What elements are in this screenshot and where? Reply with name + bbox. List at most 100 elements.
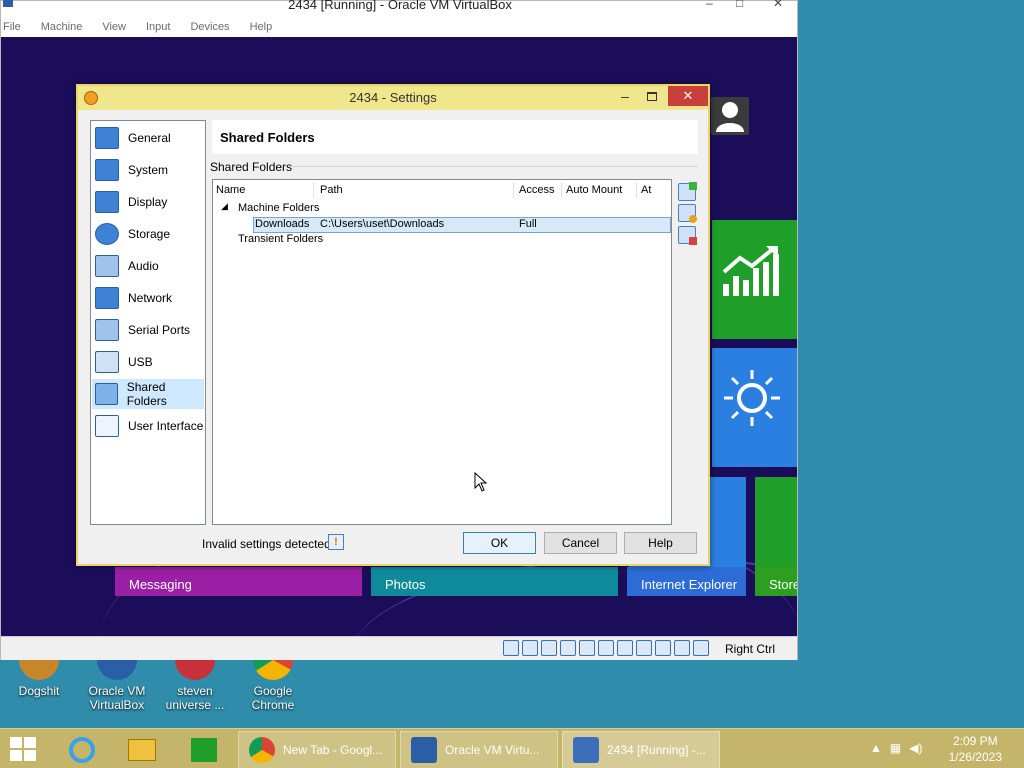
display-status-icon[interactable] — [617, 640, 633, 656]
nav-item-serial-ports[interactable]: Serial Ports — [92, 315, 204, 345]
audio-status-icon[interactable] — [541, 640, 557, 656]
chrome-icon — [249, 737, 275, 763]
finance-chart-icon — [722, 246, 779, 296]
menu-devices[interactable]: Devices — [190, 17, 229, 37]
shared-folders-status-icon[interactable] — [598, 640, 614, 656]
taskbar-pin-store[interactable] — [182, 733, 226, 767]
tile-label: Internet Explorer — [641, 577, 738, 592]
clock-date: 1/26/2023 — [948, 750, 1002, 764]
taskbar-pin-ie[interactable] — [60, 733, 104, 767]
page-header: Shared Folders — [212, 120, 698, 154]
tile-weather[interactable] — [712, 348, 797, 467]
network-icon — [95, 287, 119, 309]
tile-internet-explorer[interactable]: Internet Explorer — [627, 567, 746, 596]
cancel-button[interactable]: Cancel — [544, 532, 617, 554]
folder-path: C:\Users\uset\Downloads — [320, 218, 445, 230]
tree-group-transient-folders[interactable]: Transient Folders — [238, 233, 323, 245]
dialog-titlebar[interactable]: 2434 - Settings – ✕ — [78, 86, 708, 110]
nav-item-general[interactable]: General — [92, 123, 204, 153]
help-button[interactable]: Help — [624, 532, 697, 554]
menu-view[interactable]: View — [102, 17, 126, 37]
remove-shared-folder-button[interactable] — [678, 226, 697, 245]
nav-item-label: User Interface — [128, 419, 204, 433]
desktop-icon-label-2: VirtualBox — [89, 698, 145, 712]
nav-item-label: USB — [128, 355, 153, 369]
ok-button[interactable]: OK — [463, 532, 536, 554]
tile-messaging[interactable]: Messaging — [115, 567, 362, 596]
tile-label: Store — [769, 577, 797, 592]
mouse-integration-icon[interactable] — [674, 640, 690, 656]
menu-help[interactable]: Help — [250, 17, 273, 37]
display-icon — [95, 191, 119, 213]
host-key-label: Right Ctrl — [724, 642, 775, 656]
column-header-path[interactable]: Path — [320, 184, 343, 196]
tile-finance[interactable] — [712, 220, 797, 339]
column-header-at[interactable]: At — [641, 184, 651, 196]
nav-item-user-interface[interactable]: User Interface — [92, 411, 204, 441]
vm-status-bar: Right Ctrl — [1, 636, 797, 660]
column-header-access[interactable]: Access — [519, 184, 554, 196]
nav-item-label: Storage — [128, 227, 171, 241]
column-header-auto-mount[interactable]: Auto Mount — [566, 184, 622, 196]
dialog-maximize-button[interactable] — [641, 88, 663, 106]
tile-store[interactable]: Store — [755, 567, 797, 596]
taskbar-clock[interactable]: 2:09 PM 1/26/2023 — [949, 733, 1002, 765]
shared-folders-tree[interactable]: Name Path Access Auto Mount At ◢ Machine… — [212, 179, 672, 525]
nav-item-shared-folders[interactable]: Shared Folders — [92, 379, 204, 409]
menu-machine[interactable]: Machine — [41, 17, 83, 37]
edit-shared-folder-button[interactable] — [678, 204, 697, 223]
add-shared-folder-button[interactable] — [678, 182, 697, 201]
mouse-cursor-icon — [474, 472, 488, 492]
taskbar-task-virtualbox[interactable]: Oracle VM Virtu... — [400, 731, 558, 768]
optical-drive-icon[interactable] — [522, 640, 538, 656]
keyboard-capture-icon[interactable] — [693, 640, 709, 656]
warning-icon[interactable]: ! — [328, 534, 344, 550]
nav-item-label: Display — [128, 195, 168, 209]
usb-status-icon[interactable] — [579, 640, 595, 656]
clock-time: 2:09 PM — [952, 734, 998, 748]
network-status-icon[interactable] — [560, 640, 576, 656]
nav-item-network[interactable]: Network — [92, 283, 204, 313]
show-hidden-icons-chevron-icon[interactable]: ▲ — [870, 741, 882, 755]
dialog-minimize-button[interactable]: – — [614, 88, 636, 106]
storage-icon — [95, 223, 119, 245]
nav-item-label: Shared Folders — [126, 380, 167, 408]
volume-icon[interactable]: ◀) — [909, 741, 922, 755]
general-icon — [95, 127, 119, 149]
nav-item-label: Network — [128, 291, 173, 305]
menu-input[interactable]: Input — [146, 17, 170, 37]
maximize-button[interactable]: □ — [736, 0, 743, 10]
nav-item-usb[interactable]: USB — [92, 347, 204, 377]
column-separator — [313, 182, 314, 198]
taskbar-task-vm-running[interactable]: 2434 [Running] -... — [562, 731, 720, 768]
usb-icon — [95, 351, 119, 373]
cpu-status-icon[interactable] — [655, 640, 671, 656]
tile-label: Messaging — [129, 577, 192, 592]
close-button[interactable]: ✕ — [773, 0, 783, 10]
menu-file[interactable]: File — [3, 17, 21, 37]
dialog-close-button[interactable]: ✕ — [668, 86, 708, 106]
nav-item-audio[interactable]: Audio — [92, 251, 204, 281]
nav-item-system[interactable]: System — [92, 155, 204, 185]
user-avatar[interactable] — [711, 97, 749, 135]
folder-name: Downloads — [255, 218, 310, 230]
expand-arrow-icon[interactable]: ◢ — [221, 201, 228, 212]
column-header-name[interactable]: Name — [216, 184, 245, 196]
settings-dialog: 2434 - Settings – ✕ General System Displ… — [76, 84, 710, 566]
tree-group-machine-folders[interactable]: Machine Folders — [238, 202, 319, 214]
network-tray-icon[interactable]: ▦ — [890, 741, 901, 755]
page-title: Shared Folders — [220, 130, 315, 145]
virtualbox-icon — [411, 737, 437, 763]
taskbar-task-chrome[interactable]: New Tab - Googl... — [238, 731, 396, 768]
nav-item-storage[interactable]: Storage — [92, 219, 204, 249]
nav-item-display[interactable]: Display — [92, 187, 204, 217]
hard-disk-icon[interactable] — [503, 640, 519, 656]
start-button[interactable] — [10, 737, 40, 763]
video-capture-icon[interactable] — [636, 640, 652, 656]
user-interface-icon — [95, 415, 119, 437]
tile-photos[interactable]: Photos — [371, 567, 618, 596]
desktop-icon-label-2: Chrome — [251, 698, 295, 712]
minimize-button[interactable]: – — [706, 0, 713, 10]
table-row[interactable] — [253, 217, 671, 233]
taskbar-pin-explorer[interactable] — [120, 733, 164, 767]
